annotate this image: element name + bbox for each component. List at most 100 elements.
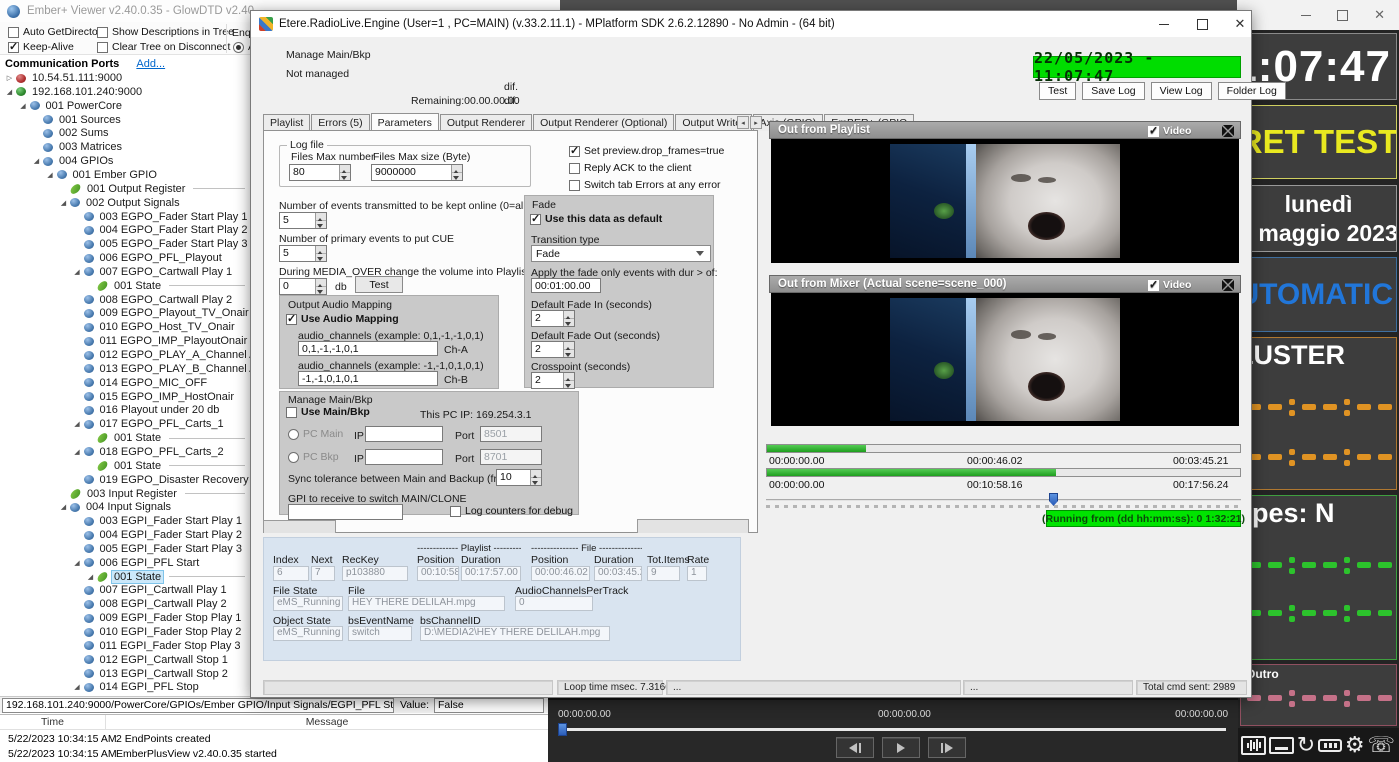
log-message-header[interactable]: Message	[106, 715, 548, 730]
apply-fade-input[interactable]: 00:01:00.00	[531, 278, 601, 293]
tree-item[interactable]: 010 EGPI_Fader Stop Play 2	[0, 625, 248, 639]
tree-expander-icon[interactable]: ◢	[3, 88, 16, 96]
reply-ack-checkbox[interactable]: Reply ACK to the client	[569, 162, 691, 174]
tree-item[interactable]: 007 EGPI_Cartwall Play 1	[0, 583, 248, 597]
tree-item[interactable]: 009 EGPO_Playout_TV_Onair	[0, 306, 249, 320]
use-audio-mapping-checkbox[interactable]: Use Audio Mapping	[286, 312, 399, 325]
player-seek-track[interactable]	[560, 728, 1226, 731]
tree-item[interactable]: 011 EGPO_IMP_PlayoutOnair	[0, 334, 248, 348]
mixer-video-checkbox[interactable]: Video	[1148, 278, 1191, 291]
tree-item[interactable]: 015 EGPO_IMP_HostOnair	[0, 390, 248, 404]
value-field[interactable]: False	[434, 698, 544, 713]
tree-item[interactable]: ◢ 192.168.101.240:9000	[0, 85, 248, 99]
tree-expander-icon[interactable]: ◢	[30, 157, 43, 165]
close-icon[interactable]	[1223, 11, 1257, 37]
expand-icon[interactable]	[1222, 125, 1234, 137]
use-default-checkbox[interactable]: Use this data as default	[530, 212, 662, 225]
tree-item[interactable]: ◢ 004 Input Signals	[0, 500, 248, 514]
chb-input[interactable]: -1,-1,0,1,0,1	[298, 371, 438, 386]
tree-item[interactable]: 003 EGPO_Fader Start Play 1	[0, 210, 248, 224]
tree-item[interactable]: 003 EGPI_Fader Start Play 1	[0, 514, 248, 528]
spinner-buttons[interactable]	[563, 342, 574, 357]
tree-item[interactable]: 008 EGPI_Cartwall Play 2	[0, 597, 248, 611]
log-row[interactable]: 5/22/2023 10:34:15 AM 2 EndPoints create…	[0, 732, 548, 747]
media-over-spinner[interactable]: 0	[279, 278, 327, 295]
tree-item[interactable]: 012 EGPO_PLAY_A_Channel Audio	[0, 348, 250, 362]
tab-scroll-right-icon[interactable]: ▸	[750, 116, 762, 129]
tree-expander-icon[interactable]: ▷	[3, 74, 16, 82]
pc-bkp-port-input[interactable]: 8701	[480, 449, 542, 465]
tree-expander-icon[interactable]: ◢	[57, 503, 70, 511]
minimize-icon[interactable]	[1301, 15, 1311, 16]
waveform-icon[interactable]	[1241, 735, 1266, 755]
tree-item[interactable]: ◢ 006 EGPI_PFL Start	[0, 556, 248, 570]
tree-item[interactable]: ◢ 002 Output Signals	[0, 196, 248, 210]
switch-tab-errors-checkbox[interactable]: Switch tab Errors at any error	[569, 179, 721, 191]
tree-item[interactable]: 005 EGPI_Fader Start Play 3	[0, 542, 248, 556]
tree-item[interactable]: ◢ 001 State	[0, 569, 248, 584]
events-online-spinner[interactable]: 5	[279, 212, 327, 229]
show-descriptions-checkbox[interactable]: Show Descriptions in Tree	[97, 26, 234, 38]
tree-item[interactable]: 002 Sums	[0, 126, 248, 140]
tree-expander-icon[interactable]: ◢	[71, 683, 84, 691]
tree-item[interactable]: 001 State	[0, 459, 248, 473]
tree-item[interactable]: ▷ 10.54.51.111:9000	[0, 71, 248, 85]
cha-input[interactable]: 0,1,-1,-1,0,1	[298, 341, 438, 356]
tree-item[interactable]: 013 EGPO_PLAY_B_Channel Audio	[0, 362, 250, 376]
tree-item[interactable]: ◢ 004 GPIOs	[0, 154, 248, 168]
sync-tolerance-spinner[interactable]: 10	[496, 469, 542, 486]
history-icon[interactable]: ↻	[1297, 734, 1315, 756]
tab[interactable]: Playlist	[263, 114, 311, 131]
tree-item[interactable]: ◢ 007 EGPO_Cartwall Play 1	[0, 265, 248, 279]
maximize-icon[interactable]	[1185, 11, 1219, 37]
tree-item[interactable]: 003 Input Register	[0, 487, 248, 501]
log-time-header[interactable]: Time	[0, 715, 105, 730]
tree-expander-icon[interactable]: ◢	[84, 573, 97, 581]
expand-icon[interactable]	[1222, 279, 1234, 291]
tree-item[interactable]: 012 EGPI_Cartwall Stop 1	[0, 653, 248, 667]
keep-alive-checkbox[interactable]: Keep-Alive	[8, 40, 74, 53]
tree-item[interactable]: ◢ 001 Ember GPIO	[0, 168, 248, 182]
tree-expander-icon[interactable]: ◢	[17, 102, 30, 110]
pc-bkp-ip-input[interactable]	[365, 449, 443, 465]
pc-main-port-input[interactable]: 8501	[480, 426, 542, 442]
tree-expander-icon[interactable]: ◢	[71, 448, 84, 456]
fade-in-spinner[interactable]: 2	[531, 310, 575, 327]
player-seek-thumb[interactable]	[558, 723, 567, 736]
monitor-icon[interactable]	[1268, 736, 1294, 754]
tree-item[interactable]: 004 EGPO_Fader Start Play 2	[0, 223, 248, 237]
tree-expander-icon[interactable]: ◢	[71, 559, 84, 567]
tab[interactable]: Output Renderer	[439, 114, 533, 131]
tree-item[interactable]: ◢ 018 EGPO_PFL_Carts_2	[0, 445, 248, 459]
pc-bkp-radio[interactable]: PC Bkp	[288, 451, 339, 463]
tree-item[interactable]: 001 State	[0, 431, 248, 445]
selected-path-field[interactable]: 192.168.101.240:9000/PowerCore/GPIOs/Emb…	[2, 698, 394, 713]
crosspoint-spinner[interactable]: 2	[531, 372, 575, 389]
spinner-buttons[interactable]	[563, 373, 574, 388]
tree-item[interactable]: 019 EGPO_Disaster Recovery	[0, 473, 249, 487]
spinner-buttons[interactable]	[563, 311, 574, 326]
pc-main-ip-input[interactable]	[365, 426, 443, 442]
play-button[interactable]	[882, 737, 920, 758]
tree-item[interactable]: ◢ 001 PowerCore	[0, 99, 248, 113]
close-icon[interactable]	[1374, 6, 1385, 24]
add-port-link[interactable]: Add...	[136, 58, 165, 70]
tree-item[interactable]: 001 Sources	[0, 113, 248, 127]
minimize-icon[interactable]	[1147, 11, 1181, 37]
step-forward-button[interactable]	[928, 737, 966, 758]
tree-item[interactable]: 008 EGPO_Cartwall Play 2	[0, 293, 248, 307]
use-mainbkp-checkbox[interactable]: Use Main/Bkp	[286, 406, 370, 418]
tree-item[interactable]: 009 EGPI_Fader Stop Play 1	[0, 611, 248, 625]
media-over-test-button[interactable]: Test	[355, 276, 403, 293]
pc-main-radio[interactable]: PC Main	[288, 428, 343, 440]
tab[interactable]: Output Renderer (Optional)	[533, 114, 675, 131]
spinner-buttons[interactable]	[530, 470, 541, 485]
tree-expander-icon[interactable]: ◢	[57, 199, 70, 207]
clear-tree-checkbox[interactable]: Clear Tree on Disconnect	[97, 41, 230, 53]
tree-item[interactable]: 004 EGPI_Fader Start Play 2	[0, 528, 248, 542]
transition-dropdown[interactable]: Fade	[531, 245, 711, 262]
spinner-buttons[interactable]	[315, 246, 326, 261]
phone-hand-icon[interactable]: ☏	[1367, 734, 1395, 756]
spinner-buttons[interactable]	[451, 165, 462, 180]
tree-item[interactable]: 014 EGPO_MIC_OFF	[0, 376, 248, 390]
